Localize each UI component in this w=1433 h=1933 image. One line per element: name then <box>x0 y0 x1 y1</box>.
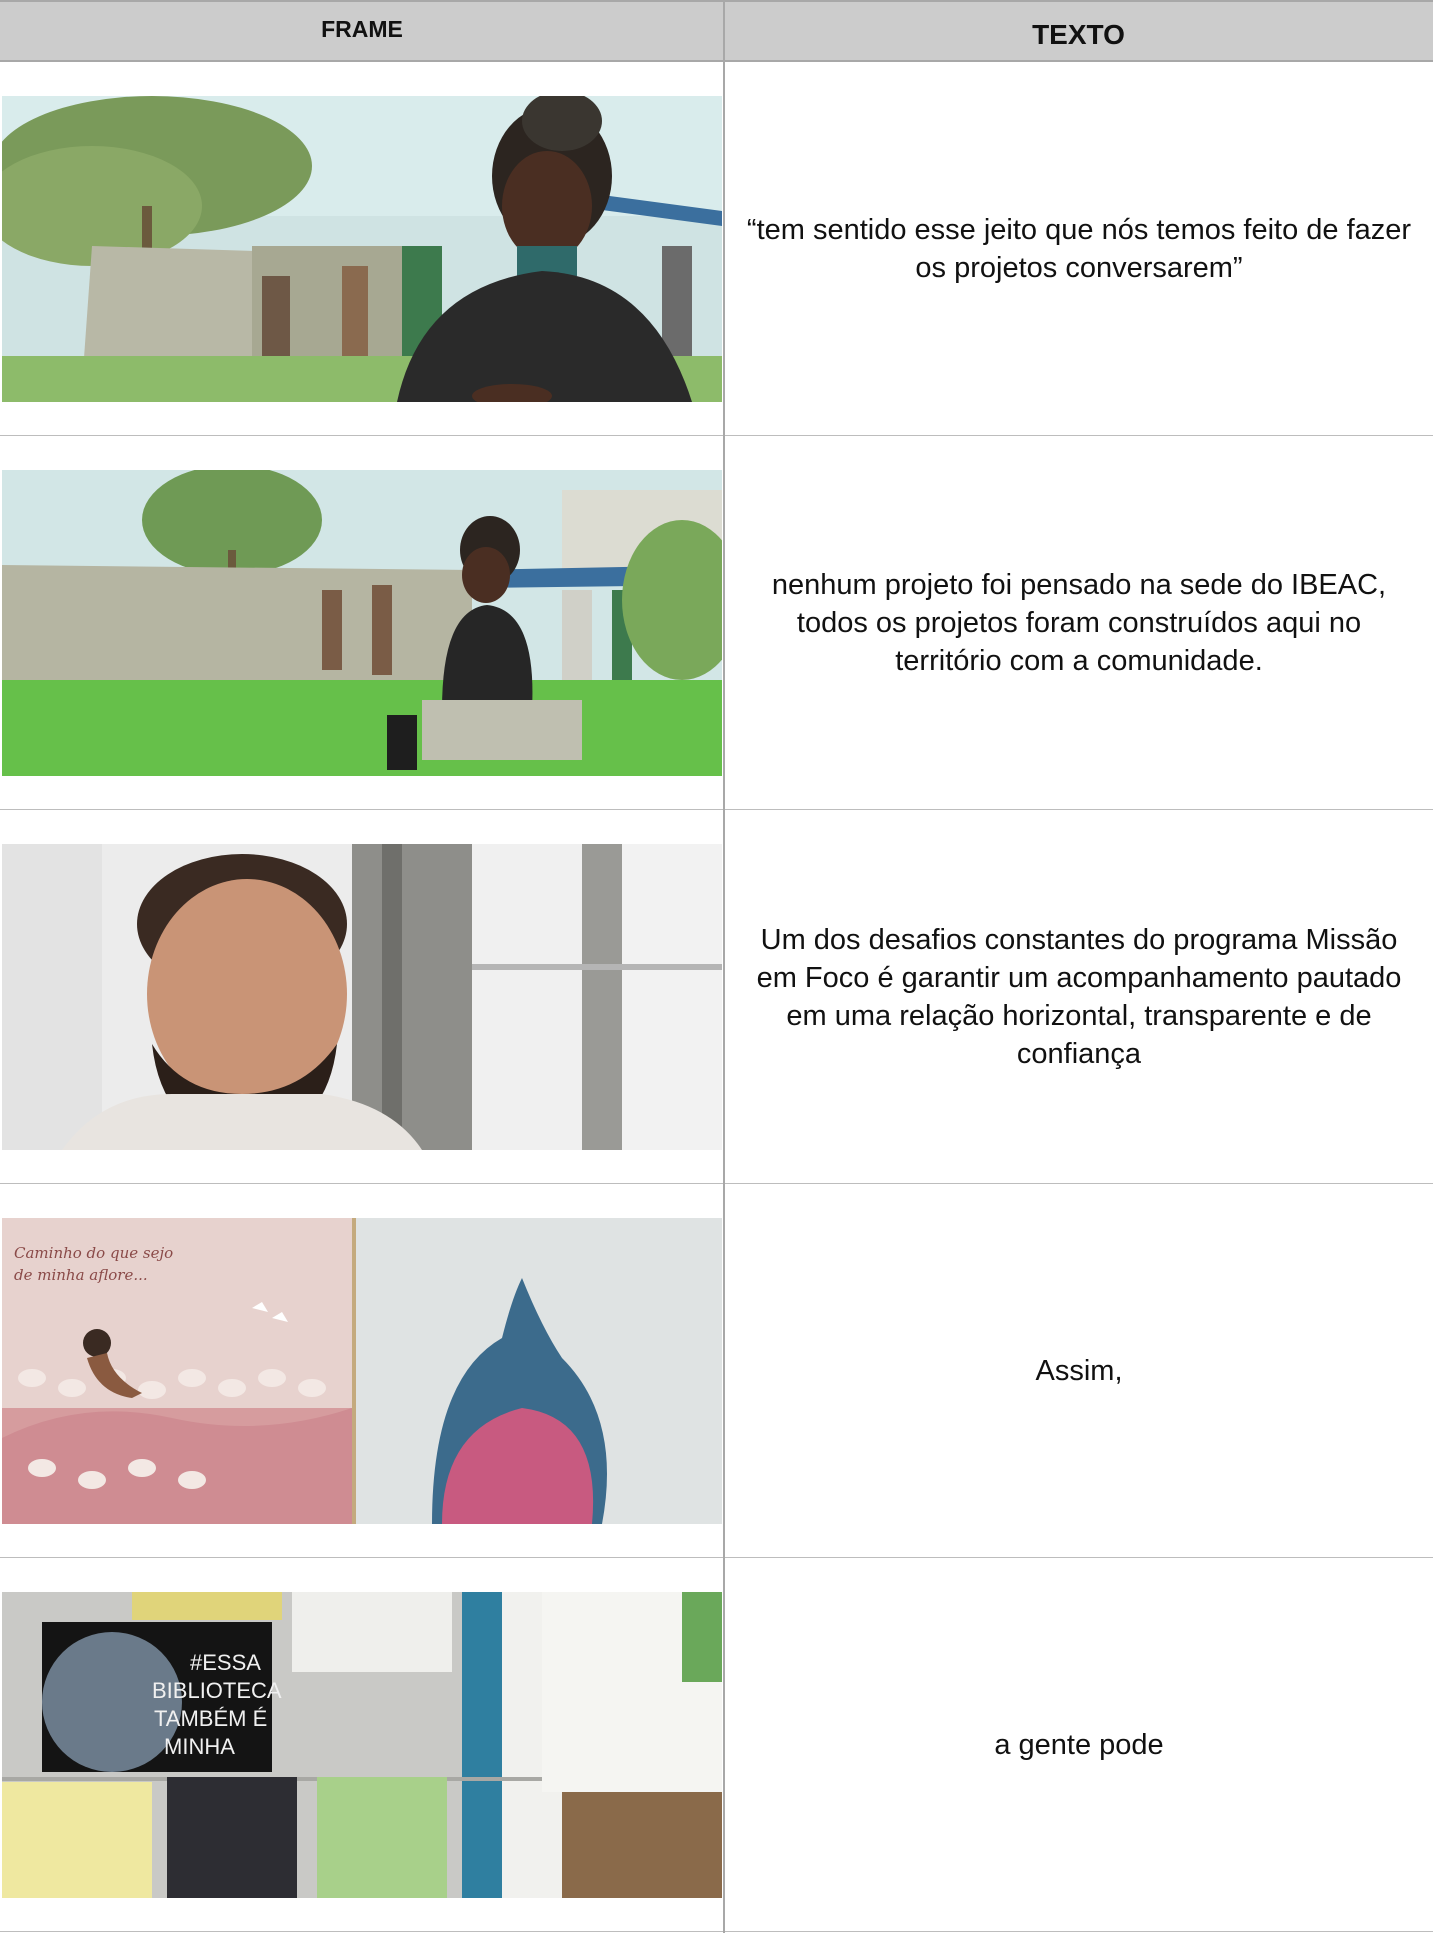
frame-image-woman-outdoor-wide <box>2 470 722 776</box>
frame-text-content: Assim, <box>1035 1355 1123 1387</box>
sign-line1: #ESSA <box>190 1650 261 1675</box>
frame-text: nenhum projeto foi pensado na sede do IB… <box>725 436 1433 810</box>
header-frame: FRAME <box>321 15 403 42</box>
table-row: #ESSA BIBLIOTECA TAMBÉM É MINHA a gente … <box>0 1558 1433 1932</box>
frame-cell <box>0 62 723 436</box>
table-header: FRAME TEXTO <box>0 0 1433 62</box>
frame-image-man-indoor <box>2 844 722 1150</box>
frame-text-content: nenhum projeto foi pensado na sede do IB… <box>771 569 1387 677</box>
table-row: Caminho do que sejo de minha aflore... A… <box>0 1184 1433 1558</box>
sign-line2: BIBLIOTECA <box>152 1678 282 1703</box>
frame-image-woman-outdoor-closeup <box>2 96 722 402</box>
table-row: nenhum projeto foi pensado na sede do IB… <box>0 436 1433 810</box>
frame-cell: #ESSA BIBLIOTECA TAMBÉM É MINHA <box>0 1558 723 1932</box>
frame-text-content: “tem sentido esse jeito que nós temos fe… <box>746 214 1412 284</box>
frame-text: Um dos desafios constantes do programa M… <box>725 810 1433 1184</box>
frame-cell <box>0 810 723 1184</box>
frame-cell: Caminho do que sejo de minha aflore... <box>0 1184 723 1558</box>
sign-line3: TAMBÉM É <box>154 1706 267 1731</box>
frame-text: Assim, <box>725 1184 1433 1558</box>
column-divider <box>723 0 725 1933</box>
frame-image-illustration-poster: Caminho do que sejo de minha aflore... <box>2 1218 722 1524</box>
header-texto: TEXTO <box>1032 19 1125 50</box>
frame-text: “tem sentido esse jeito que nós temos fe… <box>725 62 1433 436</box>
frame-image-library-sign: #ESSA BIBLIOTECA TAMBÉM É MINHA <box>2 1592 722 1898</box>
table-row: Um dos desafios constantes do programa M… <box>0 810 1433 1184</box>
poster-line1: Caminho do que sejo <box>14 1244 173 1262</box>
frame-cell <box>0 436 723 810</box>
poster-line2: de minha aflore... <box>14 1266 148 1284</box>
frame-text: a gente pode <box>725 1558 1433 1932</box>
storyboard-table: FRAME TEXTO “tem sentido esse jeito que … <box>0 0 1433 1933</box>
frame-text-content: a gente pode <box>994 1729 1164 1761</box>
frame-text-content: Um dos desafios constantes do programa M… <box>756 924 1402 1070</box>
sign-line4: MINHA <box>164 1734 235 1759</box>
table-row: “tem sentido esse jeito que nós temos fe… <box>0 62 1433 436</box>
